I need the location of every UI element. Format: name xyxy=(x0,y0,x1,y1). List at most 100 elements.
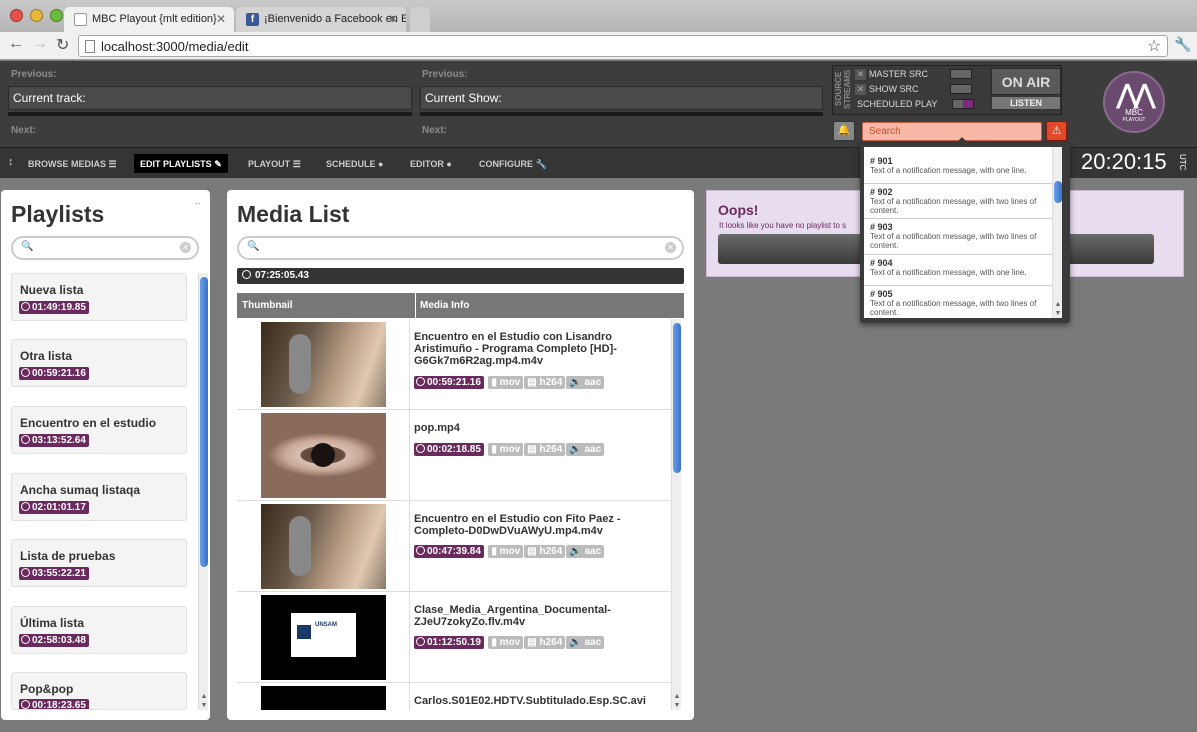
duration-text: 00:59:21.16 xyxy=(427,377,481,388)
playlist-item[interactable]: Ancha sumaq listaqa 02:01:01.17 xyxy=(11,473,187,521)
nav-editor[interactable]: EDITOR ● xyxy=(404,154,458,173)
search-icon: 🔍 xyxy=(247,241,260,252)
nav-schedule[interactable]: SCHEDULE ● xyxy=(320,154,389,173)
expand-icon[interactable]: ↕ xyxy=(8,156,14,168)
playlist-search-input[interactable]: 🔍 ✕ xyxy=(11,236,199,260)
forward-icon[interactable]: → xyxy=(32,35,48,53)
tab-mbc-playout[interactable]: MBC Playout {mlt edition} ✕ xyxy=(64,7,234,32)
cell-divider xyxy=(409,683,410,710)
media-row[interactable]: Encuentro en el Estudio con Lisandro Ari… xyxy=(237,319,671,410)
clock-icon xyxy=(242,270,251,279)
nav-playout[interactable]: PLAYOUT ☰ xyxy=(242,154,307,173)
nav-browse-medias[interactable]: BROWSE MEDIAS ☰ xyxy=(22,154,123,173)
media-row[interactable]: Encuentro en el Estudio con Fito Paez - … xyxy=(237,501,671,592)
resize-icon[interactable]: ↔ xyxy=(193,197,202,207)
playlist-item[interactable]: Pop&pop 00:18:23.65 xyxy=(11,672,187,710)
zoom-window-icon[interactable] xyxy=(50,9,63,22)
media-tags: 00:47:39.84 ▮ mov ▤ h264 🔈 aac xyxy=(414,541,605,559)
source-streams-label: SOURCE STREAMS xyxy=(834,69,852,109)
notification-item[interactable]: # 902 Text of a notification message, wit… xyxy=(864,184,1053,219)
bell-icon[interactable]: 🔔 xyxy=(833,121,855,141)
video-thumbnail xyxy=(261,322,386,407)
clear-icon[interactable]: ✕ xyxy=(180,242,191,253)
close-window-icon[interactable] xyxy=(10,9,23,22)
next-show-label: Next: xyxy=(422,125,448,136)
scrollbar-thumb[interactable] xyxy=(1054,181,1062,203)
bookmark-star-icon[interactable]: ☆ xyxy=(1147,36,1161,56)
close-tab-icon[interactable]: ✕ xyxy=(388,12,398,26)
playlists-scrollbar[interactable]: ▲ ▼ xyxy=(198,273,208,710)
scroll-arrows[interactable]: ▲ ▼ xyxy=(199,692,209,710)
audio-codec-text: aac xyxy=(584,637,602,648)
playlist-item[interactable]: Lista de pruebas 03:55:22.21 xyxy=(11,539,187,587)
notification-text: Text of a notification message, with two… xyxy=(870,197,1037,215)
scroll-arrows[interactable]: ▲ ▼ xyxy=(672,692,682,710)
duration-badge: 02:58:03.48 xyxy=(19,634,89,647)
show-src-toggle[interactable] xyxy=(950,84,972,94)
notification-item[interactable]: # 901 Text of a notification message, wit… xyxy=(864,153,1053,184)
media-row[interactable]: UNSAM Clase_Media_Argentina_Documental-Z… xyxy=(237,592,671,683)
unsam-logo: UNSAM xyxy=(291,613,356,657)
back-icon[interactable]: ← xyxy=(8,35,24,53)
playlist-name: Lista de pruebas xyxy=(20,549,116,563)
format-tag: ▮ mov xyxy=(488,545,524,558)
clock-icon xyxy=(416,444,425,453)
minimize-window-icon[interactable] xyxy=(30,9,43,22)
clear-icon[interactable]: ✕ xyxy=(665,242,676,253)
tab-facebook[interactable]: f ¡Bienvenido a Facebook en E ✕ xyxy=(236,7,406,32)
nav-configure[interactable]: CONFIGURE 🔧 xyxy=(473,154,553,173)
warning-icon[interactable]: ⚠ xyxy=(1046,121,1067,141)
notifications-scrollbar[interactable]: ▲ ▼ xyxy=(1052,147,1062,318)
notification-item[interactable]: # 903 Text of a notification message, wit… xyxy=(864,219,1053,255)
notification-text: Text of a notification message, with one… xyxy=(870,268,1027,277)
edit-icon: ✎ xyxy=(214,159,222,169)
listen-button[interactable]: LISTEN xyxy=(991,96,1061,110)
notification-id: # 905 xyxy=(870,289,893,299)
notification-id: # 901 xyxy=(870,156,893,166)
scrollbar-thumb[interactable] xyxy=(200,277,208,567)
duration-badge: 00:59:21.16 xyxy=(414,376,484,389)
playlist-item[interactable]: Última lista 02:58:03.48 xyxy=(11,606,187,654)
media-list-scrollbar[interactable]: ▲ ▼ xyxy=(671,319,681,710)
master-src-toggle[interactable] xyxy=(950,69,972,79)
current-track-label: Current track: xyxy=(13,91,86,105)
logo-mark: ⋀⋀ xyxy=(1116,79,1156,109)
globe-icon: ● xyxy=(378,159,384,169)
reload-icon[interactable]: ↻ xyxy=(56,35,69,55)
media-row[interactable]: pop.mp4 00:02:18.85 ▮ mov ▤ h264 🔈 aac xyxy=(237,410,671,501)
search-input[interactable]: Search xyxy=(862,122,1042,141)
browser-toolbar: ← → ↻ localhost:3000/media/edit ☆ 🔧 xyxy=(0,32,1197,60)
clock-icon xyxy=(21,568,30,577)
duration-text: 03:55:22.21 xyxy=(32,568,86,579)
address-bar[interactable]: localhost:3000/media/edit xyxy=(78,35,1168,57)
wrench-icon[interactable]: 🔧 xyxy=(1174,36,1191,53)
media-title: Carlos.S01E02.HDTV.Subtitulado.Esp.SC.av… xyxy=(414,695,646,707)
master-src-label: MASTER SRC xyxy=(869,69,929,79)
media-row[interactable]: Carlos.S01E02.HDTV.Subtitulado.Esp.SC.av… xyxy=(237,683,671,710)
notification-item[interactable]: # 905 Text of a notification message, wit… xyxy=(864,286,1053,318)
playlist-item[interactable]: Nueva lista 01:49:19.85 xyxy=(11,273,187,321)
media-tags: 00:02:18.85 ▮ mov ▤ h264 🔈 aac xyxy=(414,439,605,457)
nav-label: SCHEDULE xyxy=(326,159,376,169)
close-icon[interactable]: ✕ xyxy=(855,84,866,95)
duration-badge: 00:47:39.84 xyxy=(414,545,484,558)
total-duration-text: 07:25:05.43 xyxy=(255,270,309,281)
playlist-item[interactable]: Encuentro en el estudio 03:13:52.64 xyxy=(11,406,187,454)
close-icon[interactable]: ✕ xyxy=(855,69,866,80)
show-progress xyxy=(420,112,823,116)
scheduled-play-toggle[interactable] xyxy=(952,99,974,109)
duration-text: 02:58:03.48 xyxy=(32,635,86,646)
nav-edit-playlists[interactable]: EDIT PLAYLISTS ✎ xyxy=(134,154,228,173)
close-tab-icon[interactable]: ✕ xyxy=(216,12,226,26)
wrench-icon: 🔧 xyxy=(535,159,547,169)
scrollbar-thumb[interactable] xyxy=(673,323,681,473)
url-text: localhost:3000/media/edit xyxy=(101,39,249,54)
media-search-input[interactable]: 🔍 ✕ xyxy=(237,236,684,260)
playlist-item[interactable]: Otra lista 00:59:21.16 xyxy=(11,339,187,387)
current-show-bar: Current Show: xyxy=(420,86,823,110)
notification-item[interactable]: # 904 Text of a notification message, wit… xyxy=(864,255,1053,286)
scroll-arrows[interactable]: ▲ ▼ xyxy=(1053,300,1063,318)
video-thumbnail xyxy=(261,504,386,589)
playlist-name: Nueva lista xyxy=(20,283,84,297)
new-tab-button[interactable] xyxy=(410,7,430,32)
